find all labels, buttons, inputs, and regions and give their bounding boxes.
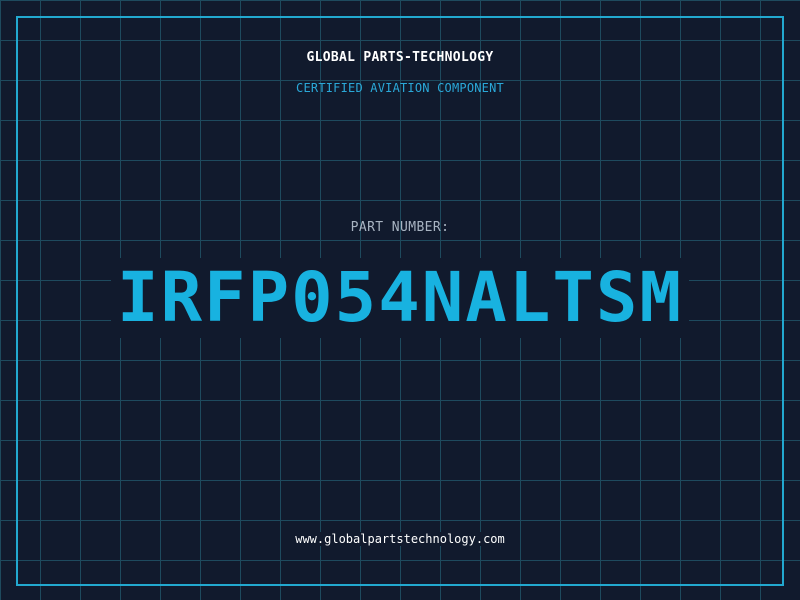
company-name: GLOBAL PARTS-TECHNOLOGY [306, 50, 494, 65]
part-number-value-container: IRFP054NALTSM [0, 258, 800, 338]
website-container: www.globalpartstechnology.com [0, 531, 800, 547]
part-number-value: IRFP054NALTSM [110, 258, 690, 338]
certification-text: CERTIFIED AVIATION COMPONENT [296, 81, 504, 95]
website-url: www.globalpartstechnology.com [291, 532, 509, 546]
parts-label-canvas: GLOBAL PARTS-TECHNOLOGY CERTIFIED AVIATI… [0, 0, 800, 600]
part-number-label: PART NUMBER: [350, 220, 450, 235]
